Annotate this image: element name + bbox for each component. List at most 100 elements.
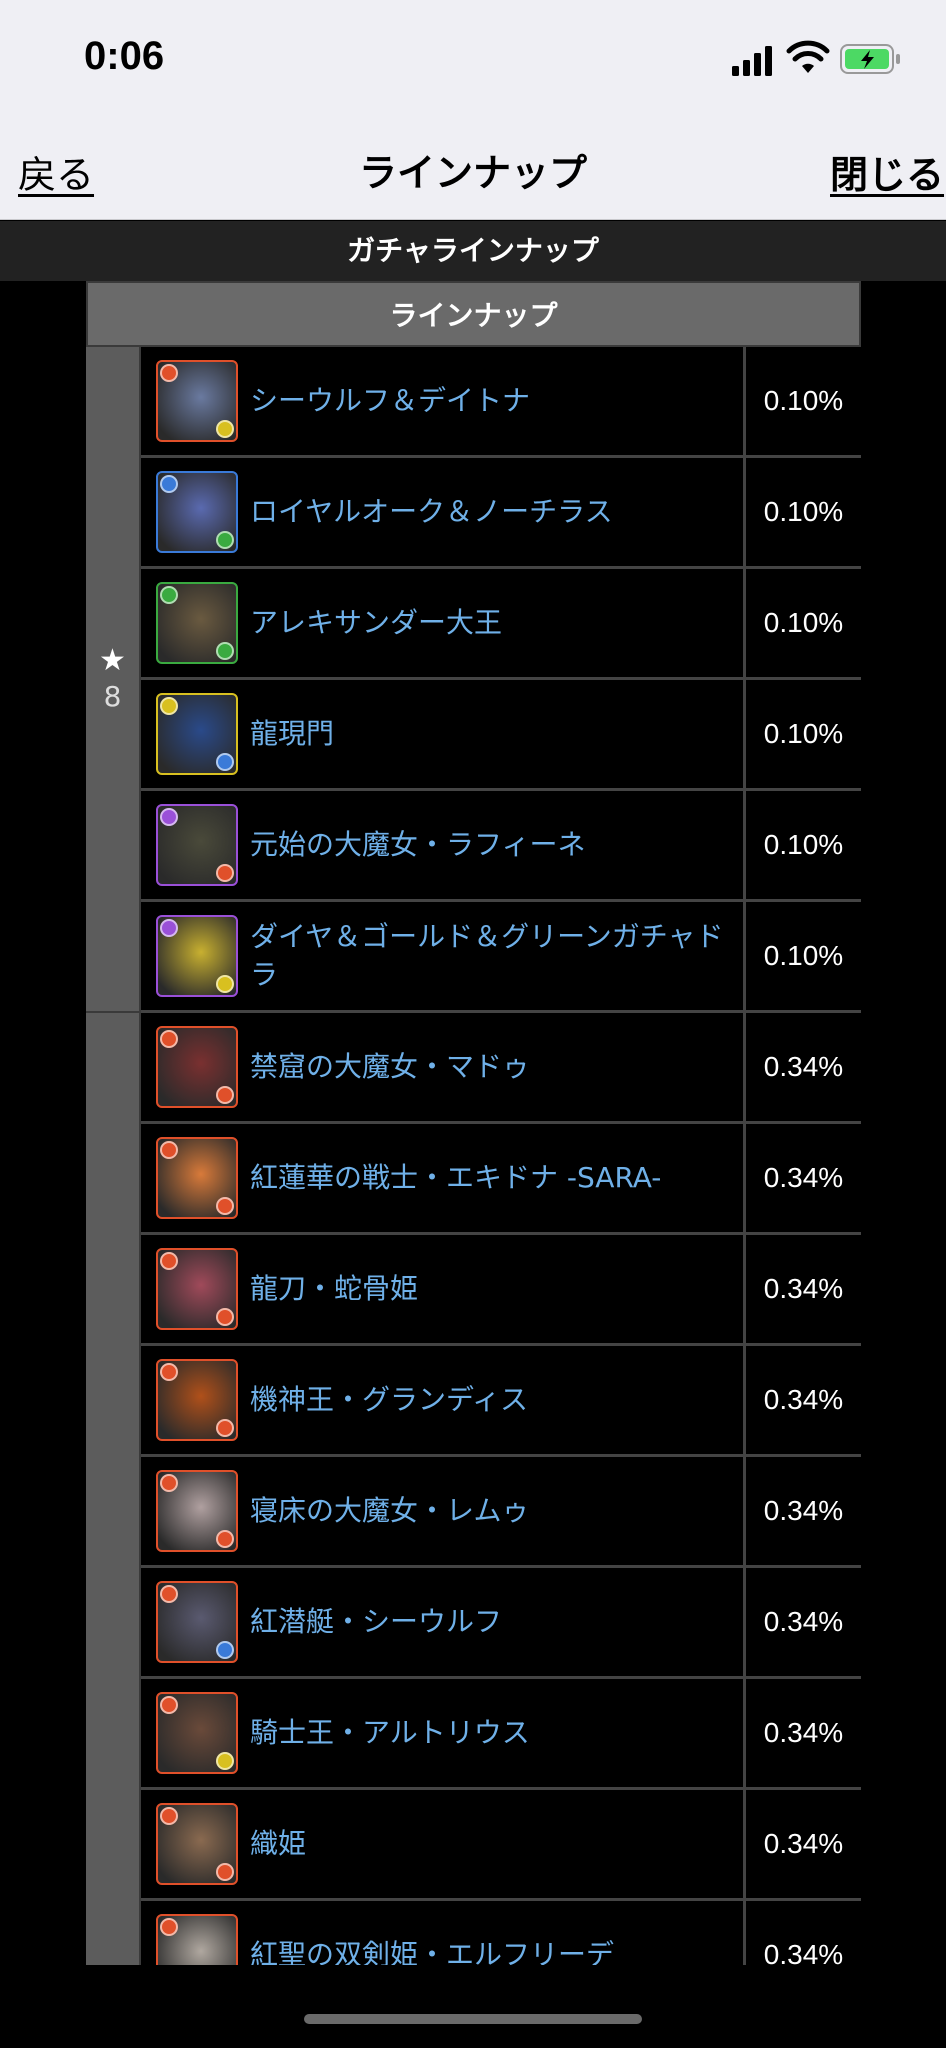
monster-portrait-icon[interactable] — [156, 582, 238, 664]
monster-cell: 龍現門 — [141, 680, 746, 788]
sub-attribute-icon — [216, 642, 234, 660]
monster-portrait-icon[interactable] — [156, 1803, 238, 1885]
sub-attribute-icon — [216, 1308, 234, 1326]
main-attribute-icon — [160, 1585, 178, 1603]
monster-name-link[interactable]: ダイヤ＆ゴールド＆グリーンガチャドラ — [250, 918, 743, 994]
main-attribute-icon — [160, 1141, 178, 1159]
drop-rate: 0.34% — [763, 1051, 844, 1082]
close-button[interactable]: 閉じる — [830, 144, 944, 199]
monster-cell: シーウルフ＆デイトナ — [141, 347, 746, 455]
drop-rate: 0.34% — [763, 1939, 844, 1965]
sub-attribute-icon — [216, 420, 234, 438]
monster-cell: 紅潜艇・シーウルフ — [141, 1568, 746, 1676]
main-attribute-icon — [160, 1363, 178, 1381]
monster-cell: 龍刀・蛇骨姫 — [141, 1235, 746, 1343]
battery-charging-icon — [840, 44, 900, 74]
monster-portrait-icon[interactable] — [156, 1470, 238, 1552]
sub-attribute-icon — [216, 753, 234, 771]
wifi-icon — [786, 40, 830, 73]
monster-cell: 寝床の大魔女・レムゥ — [141, 1457, 746, 1565]
main-attribute-icon — [160, 1474, 178, 1492]
page-title: ラインナップ — [358, 151, 587, 195]
lineup-table: ラインナップ ★ 8 シーウルフ＆デイトナ 0.10% ロイヤルオーク＆ノーチラス 0.1… — [86, 281, 861, 1965]
main-attribute-icon — [160, 1696, 178, 1714]
rarity-cell — [86, 1013, 141, 1965]
cellular-signal-icon — [732, 46, 772, 76]
main-attribute-icon — [160, 364, 178, 382]
lineup-row: 禁窟の大魔女・マドゥ 0.34% — [141, 1013, 861, 1124]
drop-rate: 0.34% — [763, 1606, 844, 1637]
monster-portrait-icon[interactable] — [156, 1026, 238, 1108]
monster-portrait-icon[interactable] — [156, 1137, 238, 1219]
monster-portrait-icon[interactable] — [156, 1581, 238, 1663]
monster-portrait-icon[interactable] — [156, 1914, 238, 1965]
monster-portrait-icon[interactable] — [156, 360, 238, 442]
monster-name-link[interactable]: 織姫 — [250, 1825, 306, 1863]
monster-cell: 禁窟の大魔女・マドゥ — [141, 1013, 746, 1121]
drop-rate: 0.34% — [763, 1828, 844, 1859]
rarity-group: ★ 8 シーウルフ＆デイトナ 0.10% ロイヤルオーク＆ノーチラス 0.10% アレキサン… — [86, 347, 861, 1013]
sub-attribute-icon — [216, 864, 234, 882]
monster-cell: アレキサンダー大王 — [141, 569, 746, 677]
lineup-row: アレキサンダー大王 0.10% — [141, 569, 861, 680]
main-attribute-icon — [160, 808, 178, 826]
drop-rate: 0.10% — [763, 607, 844, 638]
monster-name-link[interactable]: 禁窟の大魔女・マドゥ — [250, 1048, 530, 1086]
monster-portrait-icon[interactable] — [156, 1248, 238, 1330]
lineup-row: 紅聖の双剣姫・エルフリーデ 0.34% — [141, 1901, 861, 1965]
monster-cell: 騎士王・アルトリウス — [141, 1679, 746, 1787]
sub-attribute-icon — [216, 531, 234, 549]
drop-rate: 0.10% — [763, 829, 844, 860]
rarity-value: 8 — [103, 680, 122, 713]
monster-cell: 紅聖の双剣姫・エルフリーデ — [141, 1901, 746, 1965]
monster-name-link[interactable]: 龍刀・蛇骨姫 — [250, 1270, 418, 1308]
monster-name-link[interactable]: 紅蓮華の戦士・エキドナ -SARA- — [250, 1159, 661, 1197]
lineup-row: 寝床の大魔女・レムゥ 0.34% — [141, 1457, 861, 1568]
drop-rate: 0.34% — [763, 1384, 844, 1415]
drop-rate: 0.34% — [763, 1273, 844, 1304]
lineup-row: 騎士王・アルトリウス 0.34% — [141, 1679, 861, 1790]
monster-portrait-icon[interactable] — [156, 915, 238, 997]
lineup-groups: ★ 8 シーウルフ＆デイトナ 0.10% ロイヤルオーク＆ノーチラス 0.10% アレキサン… — [86, 347, 861, 1965]
monster-name-link[interactable]: アレキサンダー大王 — [250, 604, 502, 642]
lineup-row: 紅蓮華の戦士・エキドナ -SARA- 0.34% — [141, 1124, 861, 1235]
monster-name-link[interactable]: シーウルフ＆デイトナ — [250, 382, 530, 420]
monster-portrait-icon[interactable] — [156, 804, 238, 886]
main-attribute-icon — [160, 1030, 178, 1048]
monster-name-link[interactable]: 騎士王・アルトリウス — [250, 1714, 530, 1752]
drop-rate: 0.10% — [763, 496, 844, 527]
monster-cell: ダイヤ＆ゴールド＆グリーンガチャドラ — [141, 902, 746, 1010]
main-attribute-icon — [160, 475, 178, 493]
rarity-cell: ★ 8 — [86, 347, 141, 1013]
lineup-table-header: ラインナップ — [86, 281, 861, 347]
main-attribute-icon — [160, 586, 178, 604]
monster-portrait-icon[interactable] — [156, 1359, 238, 1441]
monster-cell: 紅蓮華の戦士・エキドナ -SARA- — [141, 1124, 746, 1232]
monster-name-link[interactable]: 紅聖の双剣姫・エルフリーデ — [250, 1936, 614, 1965]
rarity-group: 禁窟の大魔女・マドゥ 0.34% 紅蓮華の戦士・エキドナ -SARA- 0.34% 龍刀… — [86, 1013, 861, 1965]
lineup-row: 龍刀・蛇骨姫 0.34% — [141, 1235, 861, 1346]
monster-name-link[interactable]: 紅潜艇・シーウルフ — [250, 1603, 502, 1641]
monster-portrait-icon[interactable] — [156, 471, 238, 553]
navigation-bar: 戻る ラインナップ 閉じる — [0, 120, 946, 220]
sub-attribute-icon — [216, 1086, 234, 1104]
drop-rate: 0.34% — [763, 1495, 844, 1526]
monster-cell: 機神王・グランディス — [141, 1346, 746, 1454]
monster-portrait-icon[interactable] — [156, 1692, 238, 1774]
monster-name-link[interactable]: 機神王・グランディス — [250, 1381, 528, 1419]
lineup-row: シーウルフ＆デイトナ 0.10% — [141, 347, 861, 458]
lineup-row: 機神王・グランディス 0.34% — [141, 1346, 861, 1457]
monster-portrait-icon[interactable] — [156, 693, 238, 775]
lineup-row: 龍現門 0.10% — [141, 680, 861, 791]
monster-name-link[interactable]: 元始の大魔女・ラフィーネ — [250, 826, 585, 864]
sub-attribute-icon — [216, 1530, 234, 1548]
status-time: 0:06 — [84, 34, 165, 78]
monster-name-link[interactable]: 寝床の大魔女・レムゥ — [250, 1492, 529, 1530]
drop-rate: 0.10% — [763, 718, 844, 749]
sub-attribute-icon — [216, 1752, 234, 1770]
lineup-row: ダイヤ＆ゴールド＆グリーンガチャドラ 0.10% — [141, 902, 861, 1013]
monster-name-link[interactable]: ロイヤルオーク＆ノーチラス — [250, 493, 613, 531]
star-icon: ★ — [99, 643, 126, 678]
monster-name-link[interactable]: 龍現門 — [250, 715, 334, 753]
sub-attribute-icon — [216, 1197, 234, 1215]
